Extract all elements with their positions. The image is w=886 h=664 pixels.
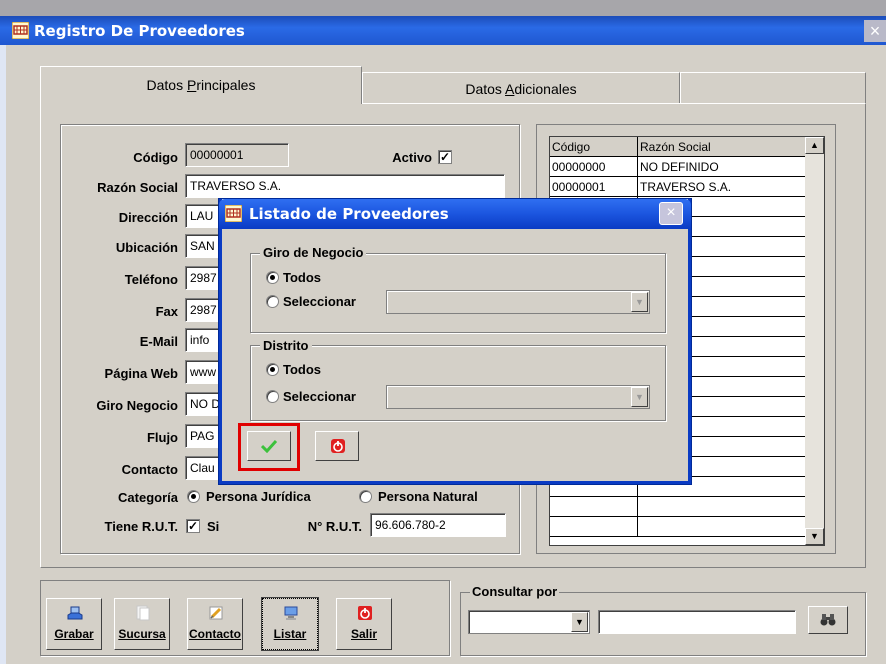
fax-label: Fax [155,304,178,319]
table-row[interactable] [550,497,806,517]
ok-button[interactable] [247,431,291,461]
salir-button[interactable]: Salir [336,598,392,650]
numero-rut-label: N° R.U.T. [307,519,362,534]
listar-button[interactable]: Listar [261,597,319,651]
contacto-label: Contacto [189,627,241,641]
distrito-fieldset [250,345,666,421]
giro-todos-radio[interactable] [266,271,279,284]
email-label: E-Mail [139,334,178,349]
scroll-down-button[interactable]: ▼ [805,528,824,545]
codigo-label: Código [133,150,178,165]
listar-label: Listar [273,627,307,641]
dialog-body: Giro de Negocio Todos Seleccionar ▼ Dist… [222,229,688,481]
window-close-button[interactable]: × [864,20,886,42]
grid-cell-code [550,517,638,537]
tab-datos-adicionales[interactable]: Datos Adicionales [362,72,680,104]
giro-todos-label: Todos [283,270,322,285]
consultar-label: Consultar por [470,584,560,599]
activo-checkbox[interactable]: ✓ [438,150,452,164]
tab-empty [680,72,866,104]
grabar-label: Grabar [54,627,94,641]
ubicacion-label: Ubicación [115,240,178,255]
power-icon [331,439,345,453]
save-icon [67,606,83,620]
razon-social-label: Razón Social [97,180,178,195]
distrito-todos-label: Todos [283,362,322,377]
telefono-label: Teléfono [124,272,178,287]
distrito-seleccionar-combo[interactable]: ▼ [386,385,650,409]
sucursal-label: Sucursa [118,627,166,641]
dialog-titlebar: Listado de Proveedores × [219,199,691,229]
chevron-down-icon[interactable]: ▼ [631,387,648,407]
distrito-seleccionar-radio[interactable] [266,390,279,403]
binoculars-icon [820,614,836,626]
pagina-web-label: Página Web [104,366,178,381]
table-row[interactable]: 00000000 NO DEFINIDO [550,157,806,177]
list-icon [284,606,298,620]
direccion-label: Dirección [118,210,178,225]
chevron-down-icon[interactable]: ▼ [631,292,648,312]
cancel-exit-button[interactable] [315,431,359,461]
dialog-close-button[interactable]: × [659,202,683,225]
numero-rut-field[interactable]: 96.606.780-2 [370,513,506,537]
contact-icon [209,606,223,620]
contacto-button[interactable]: Contacto [187,598,243,650]
salir-label: Salir [350,627,377,641]
persona-juridica-radio[interactable] [187,490,200,503]
grid-cell-name: TRAVERSO S.A. [638,177,806,197]
grid-cell-name [638,517,806,537]
dialog-title: Listado de Proveedores [249,205,449,223]
grid-scrollbar[interactable]: ▲ ▼ [805,137,824,545]
persona-juridica-label: Persona Jurídica [206,489,311,504]
persona-natural-label: Persona Natural [378,489,478,504]
distrito-legend: Distrito [260,338,312,353]
giro-negocio-label: Giro Negocio [96,398,178,413]
flujo-label: Flujo [146,430,178,445]
activo-label: Activo [392,150,432,165]
sucursal-button[interactable]: Sucursa [114,598,170,650]
cart-app-icon [12,22,29,39]
power-icon [358,606,372,620]
checkmark-icon [261,439,277,453]
window-title: Registro De Proveedores [34,22,245,40]
rut-si-label: Si [207,519,220,534]
giro-seleccionar-radio[interactable] [266,295,279,308]
consultar-search-input[interactable] [598,610,796,634]
grid-header-razon-social[interactable]: Razón Social [638,137,806,157]
tiene-rut-label: Tiene R.U.T. [104,519,178,534]
distrito-todos-radio[interactable] [266,363,279,376]
listado-proveedores-dialog: Listado de Proveedores × Giro de Negocio… [219,199,691,484]
tab-datos-principales[interactable]: Datos Principales [40,66,362,104]
branch-icon [136,605,150,621]
cart-app-icon [225,205,242,222]
chevron-down-icon[interactable]: ▼ [571,612,588,632]
distrito-seleccionar-label: Seleccionar [283,389,356,404]
consultar-combo[interactable]: ▼ [468,610,590,634]
giro-seleccionar-label: Seleccionar [283,294,356,309]
grid-cell-code [550,497,638,517]
contacto-label: Contacto [121,462,178,477]
main-titlebar: Registro De Proveedores × [0,16,886,45]
scroll-up-button[interactable]: ▲ [805,137,824,154]
grid-cell-code: 00000001 [550,177,638,197]
grid-cell-name: NO DEFINIDO [638,157,806,177]
tiene-rut-checkbox[interactable]: ✓ [186,519,200,533]
persona-natural-radio[interactable] [359,490,372,503]
grid-cell-name [638,497,806,517]
table-row[interactable]: 00000001 TRAVERSO S.A. [550,177,806,197]
table-row[interactable] [550,517,806,537]
giro-seleccionar-combo[interactable]: ▼ [386,290,650,314]
categoria-label: Categoría [118,490,178,505]
grid-cell-code: 00000000 [550,157,638,177]
giro-negocio-legend: Giro de Negocio [260,245,367,260]
grabar-button[interactable]: Grabar [46,598,102,650]
razon-social-field[interactable]: TRAVERSO S.A. [185,174,505,198]
consultar-search-button[interactable] [808,606,848,634]
grid-header-codigo[interactable]: Código [550,137,638,157]
codigo-field[interactable]: 00000001 [185,143,289,167]
